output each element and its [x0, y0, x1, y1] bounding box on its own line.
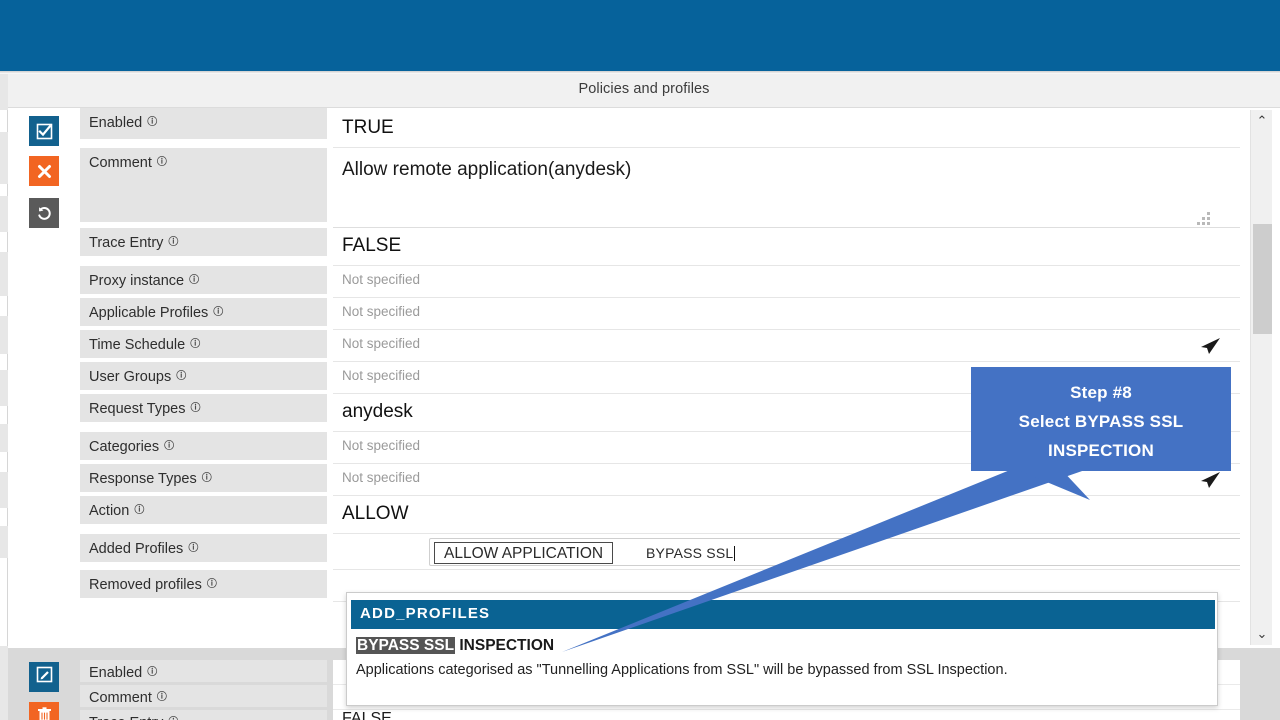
add-profiles-dropdown[interactable]: ADD_PROFILES BYPASS SSL INSPECTION Appli…	[346, 592, 1218, 706]
form-row-applicable-profiles: Applicable Profiles ⓘ Not specified	[80, 298, 1240, 330]
dropdown-option-title: BYPASS SSL INSPECTION	[356, 637, 555, 654]
match-highlight: BYPASS SSL	[356, 637, 456, 654]
field-label: Time Schedule ⓘ	[80, 330, 327, 358]
field-value[interactable]: Not specified	[333, 298, 1240, 330]
app-header-band	[0, 0, 1280, 71]
field-label: Enabled ⓘ	[80, 660, 327, 682]
added-profiles-typed-text: BYPASS SSL	[646, 545, 736, 561]
info-icon[interactable]: ⓘ	[147, 663, 157, 678]
form-row-enabled: Enabled ⓘ TRUE	[80, 108, 1240, 148]
field-label: Response Types ⓘ	[80, 464, 327, 492]
callout-line-3: INSPECTION	[1048, 441, 1154, 460]
info-icon[interactable]: ⓘ	[157, 688, 167, 703]
undo-icon	[36, 205, 53, 222]
callout-line-1: Step #8	[1070, 383, 1132, 402]
field-label: Categories ⓘ	[80, 432, 327, 460]
field-label: Added Profiles ⓘ	[80, 534, 327, 562]
dropdown-option-bypass-ssl-inspection[interactable]: BYPASS SSL INSPECTION Applications categ…	[356, 637, 1209, 678]
vertical-scrollbar[interactable]: ⌃ ⌄	[1250, 110, 1272, 645]
field-value[interactable]: TRUE	[333, 108, 1240, 148]
edit-entry-button[interactable]	[29, 662, 59, 692]
info-icon[interactable]: ⓘ	[202, 469, 212, 484]
send-arrow-icon[interactable]	[1198, 336, 1222, 356]
info-icon[interactable]: ⓘ	[176, 367, 186, 382]
info-icon[interactable]: ⓘ	[207, 575, 217, 590]
field-label: Comment ⓘ	[80, 685, 327, 707]
info-icon[interactable]: ⓘ	[157, 153, 167, 168]
checkbox-check-icon	[36, 123, 53, 140]
instruction-callout: Step #8 Select BYPASS SSL INSPECTION	[971, 367, 1231, 471]
form-row-time-schedule: Time Schedule ⓘ Not specified	[80, 330, 1240, 362]
policy-form: Enabled ⓘ TRUE Comment ⓘ Allow remote appl…	[80, 108, 1240, 602]
field-value[interactable]: Not specified	[333, 266, 1240, 298]
field-label: Trace Entryⓘ	[80, 710, 327, 720]
background-window-strip	[0, 74, 8, 720]
field-label: Trace Entryⓘ	[80, 228, 327, 256]
trash-icon	[37, 706, 52, 720]
added-profiles-cell: ALLOW APPLICATION BYPASS SSL	[333, 534, 1240, 570]
info-icon[interactable]: ⓘ	[168, 713, 178, 720]
scrollbar-thumb[interactable]	[1253, 224, 1272, 334]
info-icon[interactable]: ⓘ	[188, 539, 198, 554]
field-label: Proxy instance ⓘ	[80, 266, 327, 294]
info-icon[interactable]: ⓘ	[190, 335, 200, 350]
textarea-resize-grip[interactable]	[1197, 212, 1210, 225]
field-value[interactable]: FALSE	[333, 710, 1240, 720]
scroll-up-arrow-icon[interactable]: ⌃	[1251, 112, 1273, 130]
info-icon[interactable]: ⓘ	[190, 399, 200, 414]
field-value[interactable]: Allow remote application(anydesk)	[333, 148, 1240, 228]
revert-changes-button[interactable]	[29, 198, 59, 228]
field-label: Applicable Profiles ⓘ	[80, 298, 327, 326]
apply-changes-button[interactable]	[29, 116, 59, 146]
form-row-comment: Comment ⓘ Allow remote application(anydes…	[80, 148, 1240, 228]
field-label: User Groups ⓘ	[80, 362, 327, 390]
profile-tag-allow-application[interactable]: ALLOW APPLICATION	[434, 542, 614, 564]
scroll-down-arrow-icon[interactable]: ⌄	[1251, 625, 1273, 643]
field-label: Enabled ⓘ	[80, 108, 327, 139]
form-row-trace-entry: Trace Entry ⓘ FALSE	[80, 228, 1240, 266]
info-icon[interactable]: ⓘ	[164, 437, 174, 452]
info-icon[interactable]: ⓘ	[147, 113, 157, 128]
text-caret	[734, 546, 736, 561]
app-window: Policies and profiles Enabled ⓘ TRUE Com…	[0, 0, 1280, 720]
delete-entry-button[interactable]	[29, 702, 59, 720]
field-label: Request Types ⓘ	[80, 394, 327, 422]
form-row-action: Action ⓘ ALLOW	[80, 496, 1240, 534]
field-value[interactable]: ALLOW	[333, 496, 1240, 534]
info-icon[interactable]: ⓘ	[213, 303, 223, 318]
dropdown-option-description: Applications categorised as "Tunnelling …	[356, 662, 1008, 678]
field-label: Removed profiles ⓘ	[80, 570, 327, 598]
field-label: Comment ⓘ	[80, 148, 327, 222]
pencil-edit-icon	[36, 666, 53, 688]
form-row-trace-entry-secondary: Trace Entryⓘ FALSE	[80, 710, 1240, 720]
panel-title-bar: Policies and profiles	[8, 74, 1280, 108]
close-x-icon	[37, 164, 52, 179]
info-icon[interactable]: ⓘ	[189, 271, 199, 286]
form-row-proxy-instance: Proxy instance ⓘ Not specified	[80, 266, 1240, 298]
info-icon[interactable]: ⓘ	[168, 233, 178, 248]
field-value[interactable]: Not specified	[333, 330, 1240, 362]
field-label: Action ⓘ	[80, 496, 327, 524]
callout-line-2: Select BYPASS SSL	[1018, 412, 1184, 431]
form-row-added-profiles: Added Profiles ⓘ ALLOW APPLICATION BYPASS…	[80, 534, 1240, 570]
dropdown-group-header: ADD_PROFILES	[351, 600, 1215, 629]
info-icon[interactable]: ⓘ	[134, 501, 144, 516]
send-arrow-icon[interactable]	[1198, 470, 1222, 490]
field-value[interactable]: FALSE	[333, 228, 1240, 266]
page-title: Policies and profiles	[578, 81, 710, 97]
cancel-changes-button[interactable]	[29, 156, 59, 186]
added-profiles-input[interactable]: ALLOW APPLICATION BYPASS SSL	[429, 538, 1240, 566]
